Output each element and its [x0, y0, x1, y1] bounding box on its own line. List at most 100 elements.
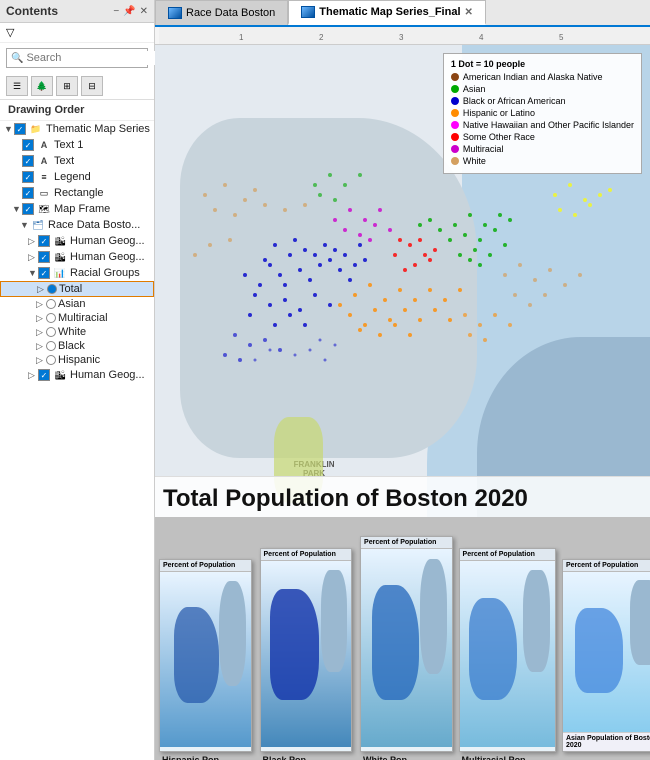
thumb-multiracial-label: Multiracial Pop [462, 755, 526, 760]
tree-item-rectangle[interactable]: ✓ ▭ Rectangle [0, 185, 154, 201]
map-title: Total Population of Boston 2020 [163, 485, 528, 512]
mapframe-icon: 🗺 [36, 202, 52, 216]
thumb-multiracial-map [460, 561, 555, 747]
thumb-white-map [361, 549, 452, 747]
tree-item-text1[interactable]: ✓ A Text 1 [0, 137, 154, 153]
tab-thematic-label: Thematic Map Series_Final [319, 6, 460, 18]
close-icon[interactable]: ✕ [140, 6, 148, 17]
thumb-multiracial[interactable]: Percent of Population Multiracial Pop [459, 548, 556, 752]
legend-item-2: Black or African American [451, 96, 634, 106]
tab-close-icon[interactable]: ✕ [465, 7, 473, 18]
radio-multiracial[interactable] [46, 313, 56, 323]
tree-item-thematic-map-series[interactable]: ▼ ✓ 📁 Thematic Map Series [0, 121, 154, 137]
table-view-btn[interactable]: ⊟ [81, 76, 103, 96]
checkbox-mapframe[interactable]: ✓ [22, 203, 34, 215]
checkbox-legend[interactable]: ✓ [22, 171, 34, 183]
legend-item-3: Hispanic or Latino [451, 108, 634, 118]
tree-item-human-geo1[interactable]: ▷ ✓ 🏙 Human Geog... [0, 233, 154, 249]
tree-item-asian[interactable]: ▷ Asian [0, 297, 154, 311]
total-label: Total [59, 283, 82, 295]
search-input[interactable] [23, 51, 171, 65]
radio-black[interactable] [46, 341, 56, 351]
svg-text:2: 2 [319, 33, 324, 42]
text1-label: Text 1 [54, 139, 83, 151]
toolbar-row: ☰ 🌲 ⊞ ⊟ [0, 73, 154, 100]
checkbox-text[interactable]: ✓ [22, 155, 34, 167]
checkbox-thematic[interactable]: ✓ [14, 123, 26, 135]
tree-item-hispanic[interactable]: ▷ Hispanic [0, 353, 154, 367]
legend-item-0: American Indian and Alaska Native [451, 72, 634, 82]
checkbox-humangeo3[interactable]: ✓ [38, 369, 50, 381]
thumb-white[interactable]: Percent of Population White Pop [360, 536, 453, 752]
radio-total[interactable] [47, 284, 57, 294]
tree-item-human-geo2[interactable]: ▷ ✓ 🏙 Human Geog... [0, 249, 154, 265]
checkbox-humangeo1[interactable]: ✓ [38, 235, 50, 247]
legend-label-3: Hispanic or Latino [463, 108, 535, 118]
radio-asian[interactable] [46, 299, 56, 309]
checkbox-text1[interactable]: ✓ [22, 139, 34, 151]
tree-item-text[interactable]: ✓ A Text [0, 153, 154, 169]
checkbox-humangeo2[interactable]: ✓ [38, 251, 50, 263]
tree-container: ▼ ✓ 📁 Thematic Map Series ✓ A Text 1 ✓ A… [0, 121, 154, 760]
legend-dot-4 [451, 121, 459, 129]
legend-item-4: Native Hawaiian and Other Pacific Island… [451, 120, 634, 130]
tab-race-data[interactable]: Race Data Boston [155, 0, 288, 25]
legend-dot-7 [451, 157, 459, 165]
tree-item-black[interactable]: ▷ Black [0, 339, 154, 353]
text-icon: A [36, 138, 52, 152]
text2-icon: A [36, 154, 52, 168]
grid-view-btn[interactable]: ⊞ [56, 76, 78, 96]
tree-item-human-geo3[interactable]: ▷ ✓ 🏙 Human Geog... [0, 367, 154, 383]
filter-row: ▽ [0, 23, 154, 43]
thumb-white-header: Percent of Population [361, 537, 452, 549]
racial-groups-label: Racial Groups [70, 267, 140, 279]
tree-item-racial-groups[interactable]: ▼ ✓ 📊 Racial Groups [0, 265, 154, 281]
thumb-black-header: Percent of Population [261, 549, 352, 561]
map-title-bar: Total Population of Boston 2020 [155, 476, 650, 517]
search-icon: 🔍 [11, 53, 23, 64]
tree-view-btn[interactable]: 🌲 [31, 76, 53, 96]
thumbnails-section: Percent of Population Hispanic Pop Perce… [155, 517, 650, 760]
contents-title: Contents [6, 4, 58, 18]
expand-arrow: ▼ [4, 124, 14, 134]
white-label: White [58, 326, 86, 338]
tab-race-data-icon [168, 7, 182, 19]
legend-dot-0 [451, 73, 459, 81]
minimize-icon[interactable]: − [113, 6, 119, 17]
legend-item-1: Asian [451, 84, 634, 94]
tree-item-white[interactable]: ▷ White [0, 325, 154, 339]
tree-item-map-frame[interactable]: ▼ ✓ 🗺 Map Frame [0, 201, 154, 217]
tab-thematic-map[interactable]: Thematic Map Series_Final ✕ [288, 0, 486, 25]
pin-icon[interactable]: 📌 [123, 6, 135, 17]
humangeo3-label: Human Geog... [70, 369, 145, 381]
tree-item-total[interactable]: ▷ Total [0, 281, 154, 297]
legend-dot-3 [451, 109, 459, 117]
checkbox-racial-groups[interactable]: ✓ [38, 267, 50, 279]
list-view-btn[interactable]: ☰ [6, 76, 28, 96]
tab-bar: Race Data Boston Thematic Map Series_Fin… [155, 0, 650, 27]
tree-item-legend[interactable]: ✓ ≡ Legend [0, 169, 154, 185]
tab-race-data-label: Race Data Boston [186, 7, 275, 19]
legend-label-0: American Indian and Alaska Native [463, 72, 603, 82]
legend-label-6: Multiracial [463, 144, 504, 154]
legend-label-7: White [463, 156, 486, 166]
thumb-hispanic[interactable]: Percent of Population Hispanic Pop [159, 559, 252, 752]
tab-thematic-icon [301, 6, 315, 18]
ruler: 1 2 3 4 5 [155, 27, 650, 45]
humangeo1-icon: 🏙 [52, 234, 68, 248]
thumb-black[interactable]: Percent of Population Black Pop [260, 548, 353, 752]
group-icon: 📁 [28, 122, 44, 136]
legend-item-5: Some Other Race [451, 132, 634, 142]
thumb-asian[interactable]: Percent of Population Asian Population o… [562, 559, 650, 752]
thumb-hispanic-label: Hispanic Pop [162, 755, 219, 760]
legend-label-4: Native Hawaiian and Other Pacific Island… [463, 120, 634, 130]
radio-white[interactable] [46, 327, 56, 337]
filter-icon[interactable]: ▽ [6, 26, 14, 39]
black-label: Black [58, 340, 85, 352]
asian-label: Asian [58, 298, 86, 310]
humangeo3-icon: 🏙 [52, 368, 68, 382]
radio-hispanic[interactable] [46, 355, 56, 365]
tree-item-race-data[interactable]: ▼ 🗂 Race Data Bosto... [0, 217, 154, 233]
checkbox-rectangle[interactable]: ✓ [22, 187, 34, 199]
tree-item-multiracial[interactable]: ▷ Multiracial [0, 311, 154, 325]
